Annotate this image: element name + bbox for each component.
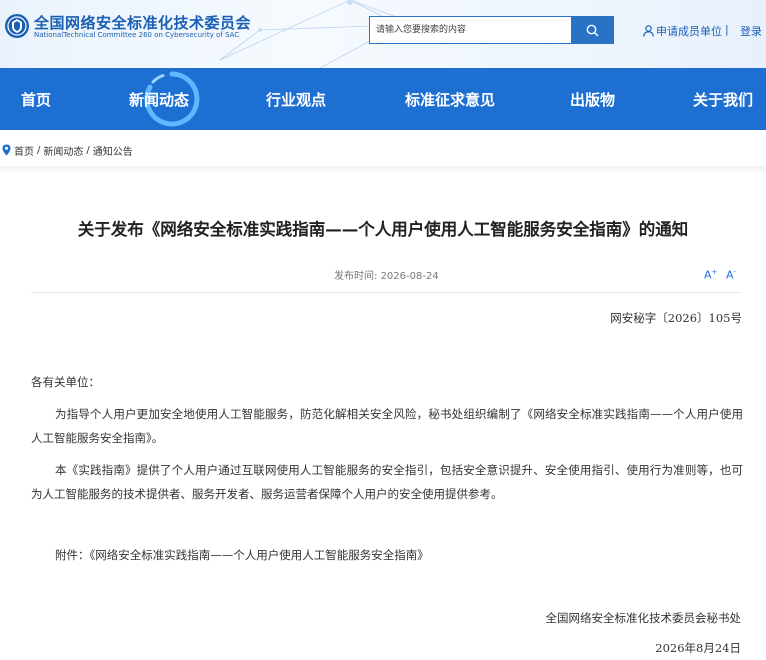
article-title: 关于发布《网络安全标准实践指南——个人用户使用人工智能服务安全指南》的通知 bbox=[77, 220, 689, 239]
title-divider bbox=[31, 292, 741, 293]
font-decrease-label: A bbox=[726, 268, 734, 282]
org-name-cn[interactable]: 全国网络安全标准化技术委员会 bbox=[34, 12, 251, 33]
breadcrumb-home[interactable]: 首页 bbox=[14, 143, 34, 158]
breadcrumb: 首页 / 新闻动态 / 通知公告 bbox=[2, 142, 133, 158]
committee-logo-icon bbox=[5, 14, 29, 38]
search-icon bbox=[586, 24, 598, 36]
breadcrumb-news[interactable]: 新闻动态 bbox=[43, 143, 83, 158]
apply-member-link[interactable]: 申请成员单位 bbox=[643, 23, 722, 39]
salutation: 各有关单位： bbox=[31, 375, 100, 389]
sign-date: 2026年8月24日 bbox=[655, 641, 741, 655]
font-decrease-button[interactable]: A- bbox=[726, 268, 736, 282]
nav-about-us[interactable]: 关于我们 bbox=[693, 89, 753, 110]
apply-member-label: 申请成员单位 bbox=[656, 25, 722, 38]
location-pin-icon bbox=[2, 144, 11, 156]
org-name-en: NationalTechnical Committee 260 on Cyber… bbox=[34, 31, 240, 39]
search-input[interactable] bbox=[370, 17, 572, 43]
nav-home[interactable]: 首页 bbox=[21, 89, 51, 110]
login-link[interactable]: 登录 bbox=[740, 23, 762, 39]
publish-date-label: 发布时间: bbox=[334, 271, 378, 282]
search-button[interactable] bbox=[571, 17, 613, 43]
search-box bbox=[369, 16, 614, 44]
attachment-line[interactable]: 附件：《网络安全标准实践指南——个人用户使用人工智能服务安全指南》 bbox=[55, 547, 429, 563]
site-header: 全国网络安全标准化技术委员会 NationalTechnical Committ… bbox=[0, 0, 766, 68]
breadcrumb-current: 通知公告 bbox=[92, 146, 133, 158]
breadcrumb-separator: / bbox=[37, 144, 41, 156]
main-nav: 首页 新闻动态 行业观点 标准征求意见 出版物 关于我们 bbox=[0, 68, 766, 130]
paragraph-2: 本《实践指南》提供了个人用户通过互联网使用人工智能服务的安全指引，包括安全意识提… bbox=[31, 463, 743, 501]
content-shadow bbox=[0, 166, 766, 174]
paragraph-1: 为指导个人用户更加安全地使用人工智能服务，防范化解相关安全风险，秘书处组织编制了… bbox=[31, 407, 743, 445]
nav-publications[interactable]: 出版物 bbox=[570, 89, 615, 110]
font-increase-button[interactable]: A+ bbox=[704, 268, 717, 282]
breadcrumb-separator: / bbox=[86, 144, 90, 156]
nav-news[interactable]: 新闻动态 bbox=[129, 89, 189, 110]
nav-standard-comments[interactable]: 标准征求意见 bbox=[405, 89, 495, 110]
user-icon bbox=[643, 25, 654, 37]
publish-date-value: 2026-08-24 bbox=[380, 271, 439, 282]
signer: 全国网络安全标准化技术委员会秘书处 bbox=[545, 611, 742, 625]
header-divider: | bbox=[725, 23, 729, 36]
font-increase-label: A bbox=[704, 268, 712, 282]
publish-date: 发布时间: 2026-08-24 bbox=[334, 267, 439, 282]
nav-industry-views[interactable]: 行业观点 bbox=[266, 89, 326, 110]
document-number: 网安秘字〔2026〕105号 bbox=[610, 311, 742, 325]
